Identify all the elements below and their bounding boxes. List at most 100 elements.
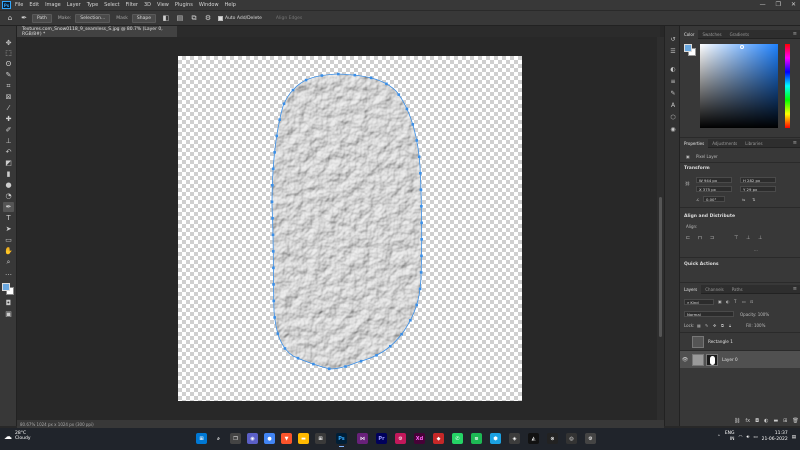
path-anchor-point[interactable] bbox=[419, 171, 422, 175]
steam-icon[interactable]: ⊙ bbox=[547, 433, 558, 444]
path-alignment-icon[interactable]: ▤ bbox=[176, 14, 184, 22]
frame-tool-icon[interactable]: ⊠ bbox=[3, 92, 14, 102]
crop-tool-icon[interactable]: ⌗ bbox=[3, 81, 14, 91]
blur-tool-icon[interactable]: ● bbox=[3, 180, 14, 190]
path-arrangement-icon[interactable]: ⧉ bbox=[190, 14, 198, 23]
3d-panel-icon[interactable]: ⬡ bbox=[669, 114, 677, 122]
tab-properties[interactable]: Properties bbox=[680, 138, 709, 148]
canvas-vertical-scrollbar[interactable] bbox=[657, 37, 664, 420]
opacity-field[interactable]: Opacity: 100% bbox=[740, 312, 769, 317]
filter-shape-icon[interactable]: ▭ bbox=[742, 299, 746, 304]
path-anchor-point[interactable] bbox=[272, 283, 275, 286]
selection-button[interactable]: Selection... bbox=[75, 13, 111, 23]
new-layer-icon[interactable]: ⊞ bbox=[783, 418, 787, 424]
layer-kind-filter[interactable]: ⌕ Kind bbox=[684, 299, 714, 305]
task-view-icon[interactable]: ❐ bbox=[230, 433, 241, 444]
y-position-field[interactable]: Y 29 px bbox=[740, 186, 776, 192]
flip-horizontal-icon[interactable]: ⇋ bbox=[742, 197, 745, 202]
chevron-up-icon[interactable]: ⌃ bbox=[717, 435, 721, 440]
wifi-icon[interactable]: ◠ bbox=[739, 435, 743, 440]
link-icon[interactable]: ⛓ bbox=[685, 181, 690, 186]
menu-select[interactable]: Select bbox=[104, 2, 119, 8]
layer-name[interactable]: Rectangle 1 bbox=[708, 339, 733, 344]
path-anchor-point[interactable] bbox=[385, 82, 388, 86]
path-anchor-point[interactable] bbox=[415, 139, 419, 142]
path-anchor-point[interactable] bbox=[417, 155, 421, 159]
adobe-xd-icon[interactable]: Xd bbox=[414, 433, 425, 444]
battery-icon[interactable]: ▭ bbox=[753, 435, 757, 440]
path-anchor-point[interactable] bbox=[271, 167, 275, 171]
scrollbar-thumb[interactable] bbox=[659, 197, 662, 337]
path-anchor-point[interactable] bbox=[271, 250, 275, 253]
file-explorer-icon[interactable]: ▬ bbox=[298, 433, 309, 444]
filter-pixel-icon[interactable]: ▣ bbox=[718, 299, 722, 304]
lasso-tool-icon[interactable]: ʘ bbox=[3, 59, 14, 69]
mask-button[interactable]: Mask bbox=[116, 16, 128, 21]
path-anchor-point[interactable] bbox=[296, 356, 300, 360]
layer-row[interactable]: Rectangle 1 bbox=[680, 332, 800, 350]
brave-icon[interactable]: ▼ bbox=[281, 433, 292, 444]
path-anchor-point[interactable] bbox=[420, 254, 423, 258]
lock-transparent-icon[interactable]: ▦ bbox=[697, 323, 701, 328]
tab-color[interactable]: Color bbox=[680, 29, 699, 39]
align-middle-icon[interactable]: ⊥ bbox=[746, 235, 752, 241]
tab-channels[interactable]: Channels bbox=[701, 285, 728, 294]
menu-3d[interactable]: 3D bbox=[144, 2, 151, 8]
brush-tool-icon[interactable]: ✐ bbox=[3, 125, 14, 135]
hand-tool-icon[interactable]: ✋ bbox=[3, 246, 14, 256]
path-anchor-point[interactable] bbox=[270, 200, 274, 204]
zoom-tool-icon[interactable]: ⌕ bbox=[3, 257, 14, 267]
screen-mode-icon[interactable]: ▣ bbox=[3, 309, 14, 319]
path-anchor-point[interactable] bbox=[353, 73, 357, 77]
auto-add-delete-checkbox[interactable] bbox=[217, 15, 223, 21]
shape-button[interactable]: Shape bbox=[131, 13, 156, 23]
app-icon-red[interactable]: ◆ bbox=[433, 433, 444, 444]
eye-icon[interactable]: 👁︎ bbox=[680, 357, 690, 363]
add-mask-icon[interactable]: ◘ bbox=[755, 418, 759, 424]
layer-style-icon[interactable]: fx bbox=[745, 418, 750, 424]
align-right-icon[interactable]: ⊐ bbox=[710, 235, 716, 241]
start-icon[interactable]: ⊞ bbox=[196, 433, 207, 444]
path-anchor-point[interactable] bbox=[369, 76, 373, 80]
tab-layers[interactable]: Layers bbox=[680, 284, 702, 294]
path-anchor-point[interactable] bbox=[271, 233, 275, 237]
width-field[interactable]: W 944 px bbox=[696, 177, 732, 183]
spotify-icon[interactable]: ≋ bbox=[471, 433, 482, 444]
menu-layer[interactable]: Layer bbox=[67, 2, 81, 8]
fill-field[interactable]: Fill: 100% bbox=[746, 323, 765, 328]
chat-icon[interactable]: ◉ bbox=[247, 433, 258, 444]
path-mode-select[interactable]: Path bbox=[32, 13, 52, 23]
path-anchor-point[interactable] bbox=[304, 78, 308, 82]
angle-field[interactable]: 0.00° bbox=[703, 196, 725, 202]
align-center-icon[interactable]: ⊓ bbox=[698, 235, 704, 241]
tab-paths[interactable]: Paths bbox=[728, 285, 747, 294]
volume-icon[interactable]: 🔊︎ bbox=[746, 434, 749, 440]
path-anchor-point[interactable] bbox=[418, 287, 422, 291]
lock-artboard-icon[interactable]: ⧉ bbox=[721, 323, 724, 328]
lock-all-icon[interactable]: 🔒︎ bbox=[729, 323, 731, 328]
path-anchor-point[interactable] bbox=[283, 347, 287, 350]
close-icon[interactable]: ✕ bbox=[791, 1, 796, 8]
filter-adjustment-icon[interactable]: ◐ bbox=[726, 299, 730, 304]
adjustment-layer-icon[interactable]: ◐ bbox=[764, 418, 768, 424]
dodge-tool-icon[interactable]: ◔ bbox=[3, 191, 14, 201]
panel-menu-icon[interactable]: ≡ bbox=[793, 286, 797, 292]
link-layers-icon[interactable]: ⛓ bbox=[734, 418, 740, 424]
photoshop-logo[interactable]: Ps bbox=[2, 1, 11, 9]
foreground-color-swatch[interactable] bbox=[2, 283, 10, 291]
app-icon-gray[interactable]: ◈ bbox=[509, 433, 520, 444]
panel-menu-icon[interactable]: ≡ bbox=[793, 140, 797, 146]
quick-mask-icon[interactable]: ◘ bbox=[3, 298, 14, 308]
blend-mode-select[interactable]: Normal bbox=[684, 311, 734, 317]
settings-gear-icon[interactable]: ⚙ bbox=[204, 14, 212, 22]
marquee-tool-icon[interactable]: ⬚ bbox=[3, 48, 14, 58]
color-picker-field[interactable] bbox=[700, 44, 778, 128]
path-anchor-point[interactable] bbox=[291, 88, 295, 92]
lock-pixels-icon[interactable]: ✎ bbox=[705, 323, 708, 328]
align-top-icon[interactable]: ⊤ bbox=[734, 235, 740, 241]
menu-view[interactable]: View bbox=[157, 2, 169, 8]
tab-gradients[interactable]: Gradients bbox=[726, 30, 754, 39]
menu-file[interactable]: File bbox=[15, 2, 23, 8]
weather-widget[interactable]: ☁ 28°C Cloudy bbox=[4, 431, 31, 441]
path-anchor-point[interactable] bbox=[312, 362, 315, 366]
